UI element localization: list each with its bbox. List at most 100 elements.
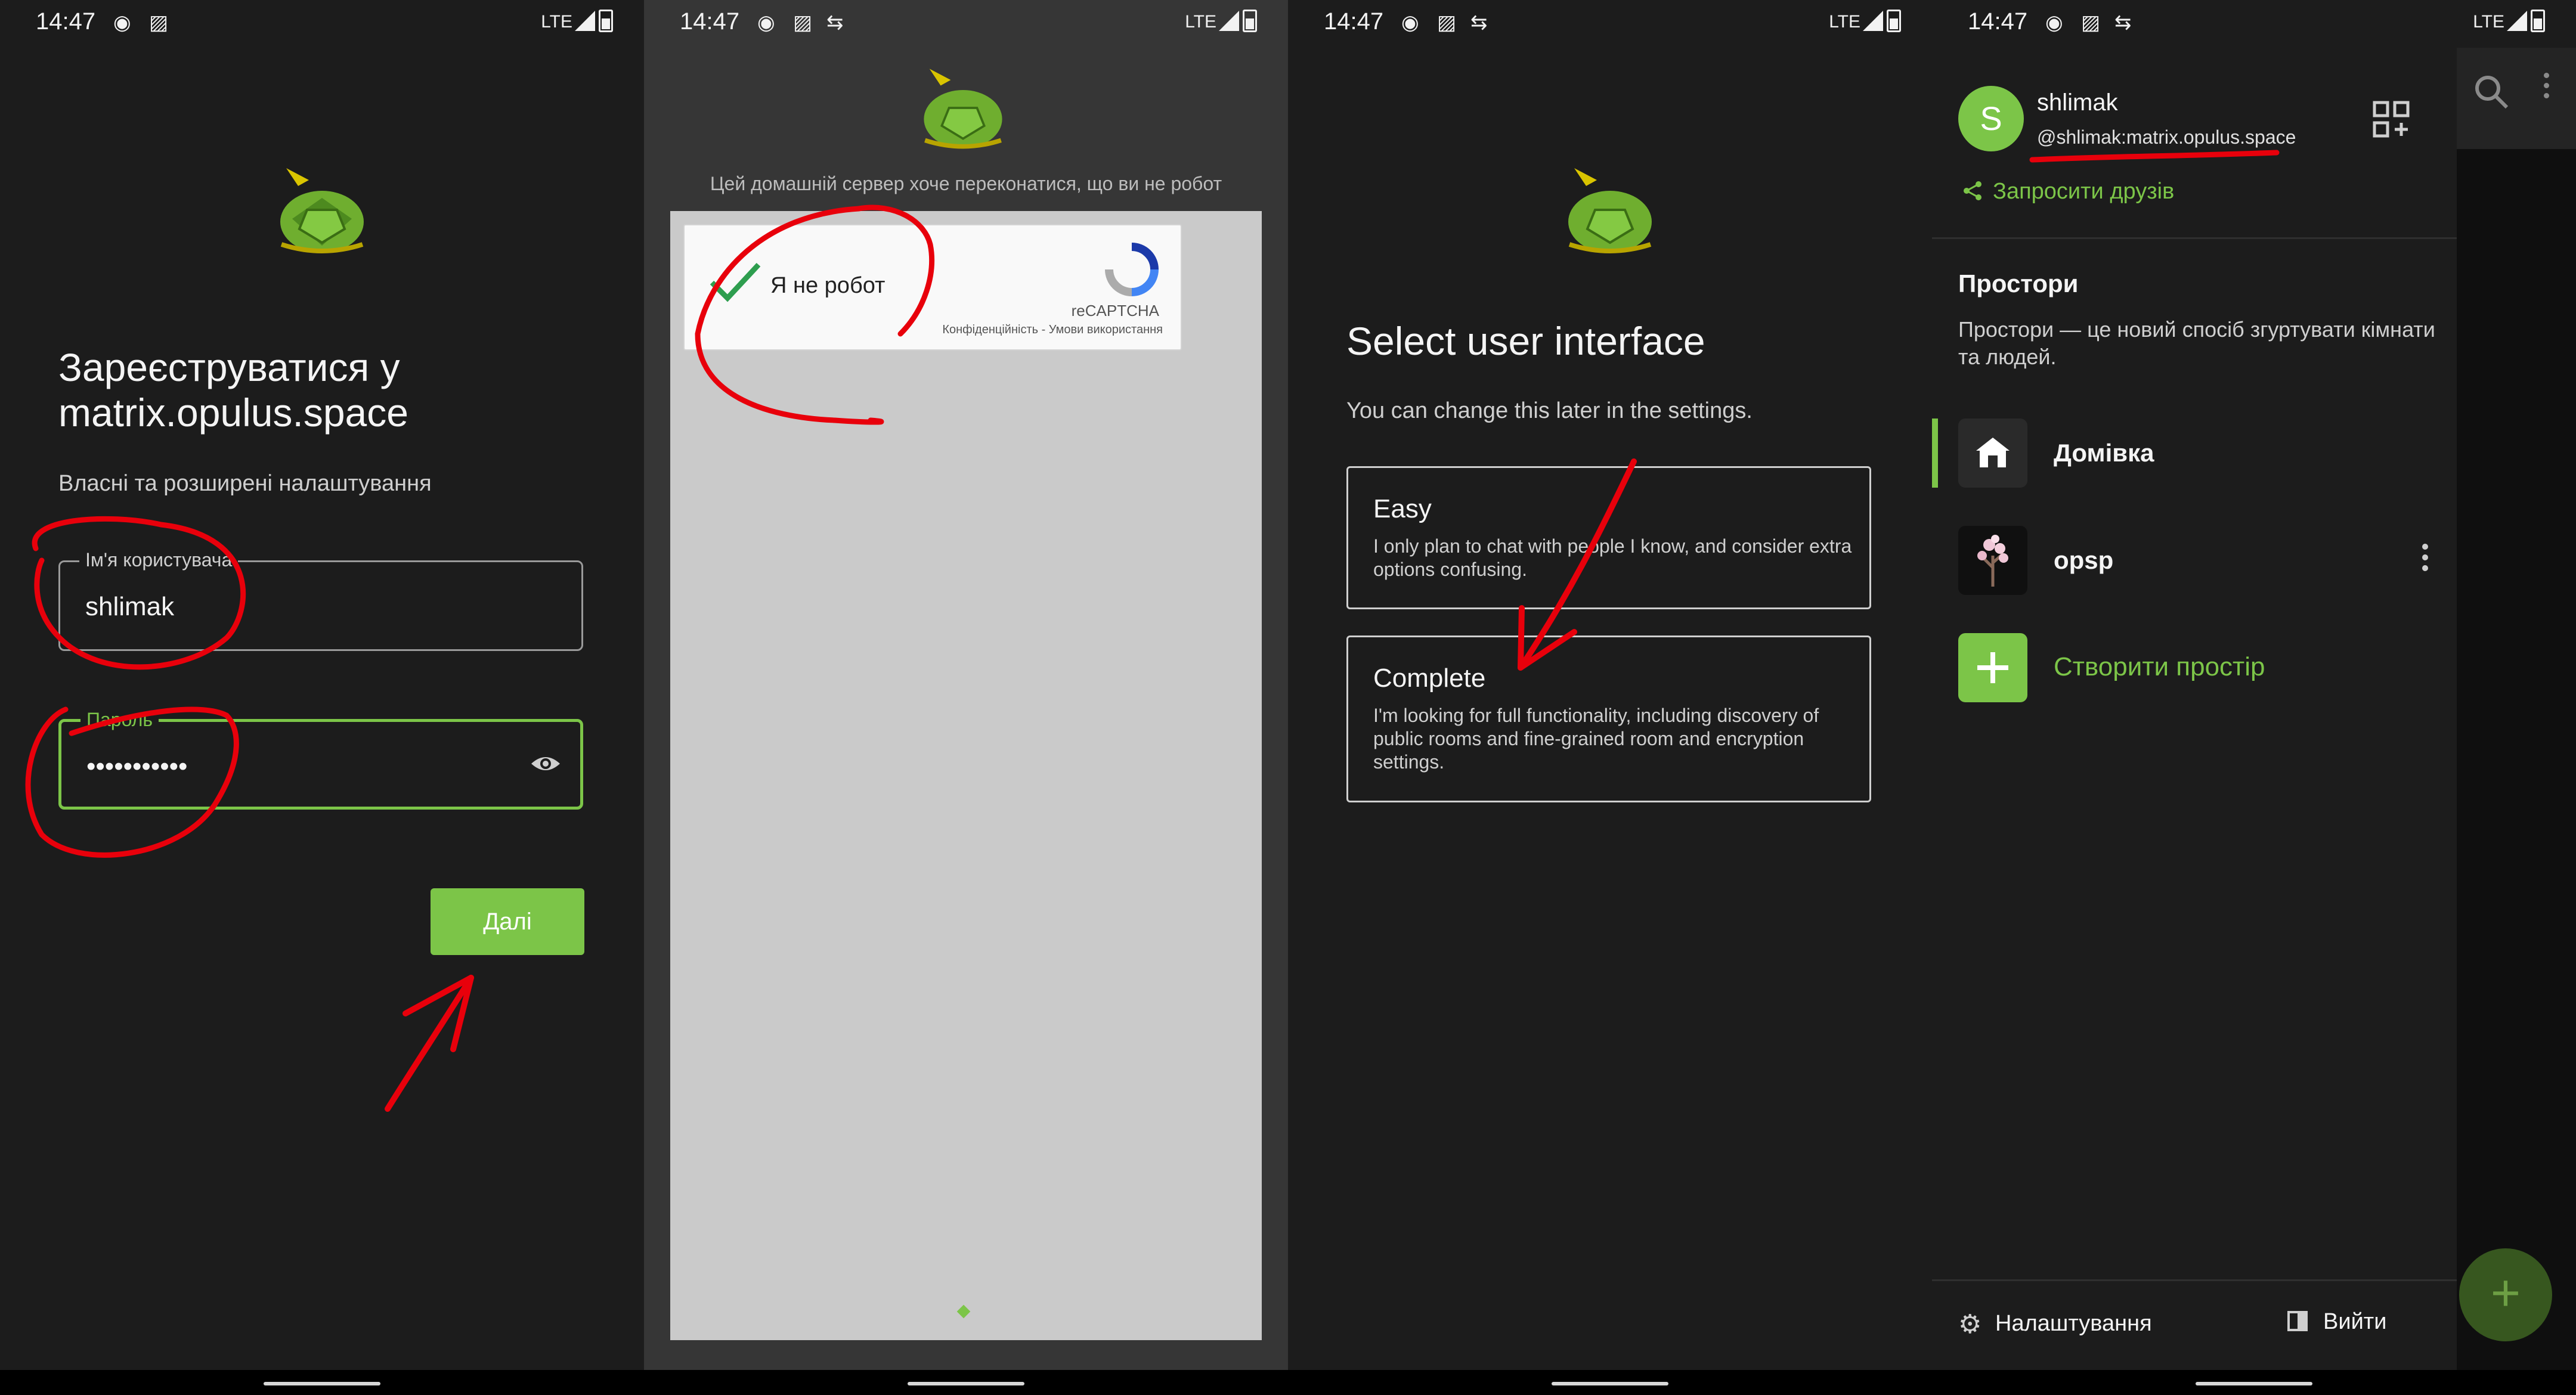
username-value[interactable]: shlimak bbox=[85, 592, 174, 622]
home-indicator[interactable] bbox=[2196, 1382, 2312, 1385]
show-password-eye-icon[interactable] bbox=[529, 747, 562, 780]
network-label: LTE bbox=[541, 12, 572, 32]
create-space-button[interactable] bbox=[1958, 633, 2027, 702]
data-saver-icon: ⇆ bbox=[826, 11, 844, 34]
signal-icon bbox=[1863, 11, 1883, 31]
messenger-icon: ◉ bbox=[1401, 11, 1419, 34]
status-time: 14:47 bbox=[680, 8, 740, 35]
space-item-opsp[interactable] bbox=[1958, 526, 2027, 595]
home-icon bbox=[1976, 438, 2010, 467]
logout-button[interactable]: Вийти bbox=[2287, 1309, 2386, 1335]
register-title: Зареєструватися у matrix.opulus.space bbox=[58, 345, 408, 435]
spaces-title: Простори bbox=[1958, 269, 2079, 297]
logout-label: Вийти bbox=[2323, 1309, 2387, 1334]
status-bar: 14:47 ◉ ▨ LTE bbox=[0, 0, 644, 48]
battery-icon bbox=[2531, 10, 2545, 32]
annotation-underline-user-id bbox=[2029, 150, 2280, 163]
option-complete-description: I'm looking for full functionality, incl… bbox=[1373, 705, 1819, 773]
plus-icon bbox=[1977, 652, 2008, 683]
turtle-logo-icon bbox=[280, 168, 364, 253]
space-item-home[interactable] bbox=[1958, 418, 2027, 488]
loading-dot bbox=[956, 1304, 971, 1319]
password-value[interactable]: ••••••••••• bbox=[86, 752, 187, 782]
option-complete-title: Complete bbox=[1373, 664, 1486, 693]
password-field[interactable]: Пароль ••••••••••• bbox=[58, 709, 583, 810]
qr-code-icon[interactable] bbox=[2372, 100, 2410, 138]
captcha-webview: Я не робот reCAPTCHA Конфіденційність - … bbox=[670, 211, 1262, 1340]
recaptcha-logo-icon bbox=[1105, 243, 1159, 296]
space-name-home[interactable]: Домівка bbox=[2054, 439, 2154, 467]
status-bar: 14:47 ◉ ▨ ⇆ LTE bbox=[1932, 0, 2576, 48]
create-space-label[interactable]: Створити простір bbox=[2054, 652, 2265, 682]
home-indicator[interactable] bbox=[1552, 1382, 1668, 1385]
gesture-nav-bar bbox=[1288, 1370, 1932, 1395]
main-toolbar bbox=[2457, 48, 2576, 149]
share-icon bbox=[1963, 179, 1983, 204]
username-field[interactable]: Ім'я користувача shlimak bbox=[58, 549, 583, 651]
invite-friends-link[interactable]: Запросити друзів bbox=[1963, 179, 2174, 204]
battery-icon bbox=[1243, 10, 1257, 32]
image-icon: ▨ bbox=[149, 11, 169, 34]
drawer-screen: 14:47 ◉ ▨ ⇆ LTE + S shlimak @shlimak:mat… bbox=[1932, 0, 2576, 1395]
space-name-opsp[interactable]: opsp bbox=[2054, 546, 2113, 575]
turtle-logo-icon bbox=[1568, 168, 1652, 253]
captcha-checkbox-label[interactable]: Я не робот bbox=[770, 273, 885, 299]
drawer-username: shlimak bbox=[2037, 89, 2118, 116]
gesture-nav-bar bbox=[1932, 1370, 2576, 1395]
tree-avatar bbox=[1977, 535, 2008, 587]
status-time: 14:47 bbox=[1324, 8, 1384, 35]
add-fab-button[interactable]: + bbox=[2459, 1248, 2552, 1341]
next-button[interactable]: Далі bbox=[431, 888, 584, 955]
battery-icon bbox=[599, 10, 613, 32]
search-icon[interactable] bbox=[2472, 73, 2510, 111]
invite-friends-label: Запросити друзів bbox=[1993, 179, 2175, 204]
option-complete[interactable]: Complete I'm looking for full functional… bbox=[1346, 636, 1871, 802]
status-time: 14:47 bbox=[1968, 8, 2028, 35]
option-easy[interactable]: Easy I only plan to chat with people I k… bbox=[1346, 466, 1871, 609]
turtle-logo-icon bbox=[924, 69, 1002, 149]
home-indicator[interactable] bbox=[264, 1382, 380, 1385]
image-icon: ▨ bbox=[793, 11, 813, 34]
register-title-line1: Зареєструватися у bbox=[58, 345, 400, 389]
select-ui-subtitle: You can change this later in the setting… bbox=[1346, 398, 1753, 423]
captcha-message: Цей домашній сервер хоче переконатися, щ… bbox=[710, 173, 1222, 194]
select-ui-title: Select user interface bbox=[1346, 319, 1705, 363]
status-time: 14:47 bbox=[36, 8, 96, 35]
annotation-arrow-shaft bbox=[385, 975, 474, 1112]
option-easy-description: I only plan to chat with people I know, … bbox=[1373, 535, 1852, 580]
select-ui-screen: 14:47 ◉ ▨ ⇆ LTE Select user interface Yo… bbox=[1288, 0, 1932, 1395]
checkmark-icon[interactable] bbox=[708, 261, 762, 303]
overflow-menu-icon[interactable] bbox=[2544, 73, 2550, 98]
gear-icon: ⚙ bbox=[1958, 1310, 1982, 1339]
register-title-line2: matrix.opulus.space bbox=[58, 390, 408, 435]
settings-label: Налаштування bbox=[1995, 1311, 2152, 1336]
network-label: LTE bbox=[1185, 12, 1216, 32]
space-options-icon[interactable] bbox=[2422, 544, 2429, 576]
selected-space-indicator bbox=[1932, 418, 1938, 488]
username-label: Ім'я користувача bbox=[79, 549, 239, 571]
register-subtitle: Власні та розширені налаштування bbox=[58, 471, 432, 496]
register-screen: 14:47 ◉ ▨ LTE Зареєструватися у matrix.o… bbox=[0, 0, 644, 1395]
messenger-icon: ◉ bbox=[757, 11, 775, 34]
main-content-behind-drawer[interactable] bbox=[2457, 48, 2576, 1370]
spaces-description: Простори — це новий спосіб згуртувати кі… bbox=[1958, 317, 2435, 369]
network-label: LTE bbox=[2473, 12, 2504, 32]
user-avatar[interactable]: S bbox=[1958, 86, 2024, 151]
signal-icon bbox=[1219, 11, 1239, 31]
home-indicator[interactable] bbox=[908, 1382, 1024, 1385]
image-icon: ▨ bbox=[2081, 11, 2101, 34]
status-bar: 14:47 ◉ ▨ ⇆ LTE bbox=[644, 0, 1288, 48]
drawer-divider-top bbox=[1932, 237, 2457, 239]
battery-icon bbox=[1887, 10, 1901, 32]
recaptcha-widget[interactable]: Я не робот reCAPTCHA Конфіденційність - … bbox=[683, 224, 1182, 351]
recaptcha-terms-link[interactable]: Конфіденційність - Умови використання bbox=[942, 323, 1163, 337]
drawer-user-id: @shlimak:matrix.opulus.space bbox=[2037, 126, 2296, 148]
status-bar: 14:47 ◉ ▨ ⇆ LTE bbox=[1288, 0, 1932, 48]
messenger-icon: ◉ bbox=[113, 11, 131, 34]
image-icon: ▨ bbox=[1437, 11, 1457, 34]
password-label: Пароль bbox=[80, 709, 159, 731]
annotation-arrow-head bbox=[402, 975, 474, 1052]
logout-icon bbox=[2287, 1311, 2308, 1331]
captcha-screen: 14:47 ◉ ▨ ⇆ LTE Цей домашній сервер хоче… bbox=[644, 0, 1288, 1395]
settings-button[interactable]: ⚙ Налаштування bbox=[1958, 1309, 2152, 1340]
